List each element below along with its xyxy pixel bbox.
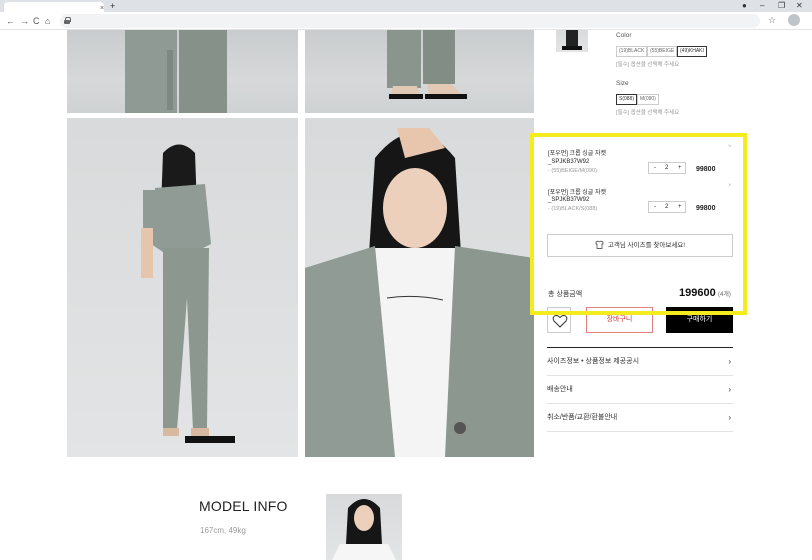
- profile-avatar-icon[interactable]: [788, 14, 800, 26]
- model-info-stats: 167cm, 49kg: [200, 526, 246, 535]
- new-tab-icon[interactable]: +: [110, 1, 115, 11]
- size-label: Size: [616, 80, 629, 87]
- extension-icon[interactable]: ●: [742, 1, 747, 11]
- color-option-beige[interactable]: (55)BEIGE: [647, 46, 678, 57]
- model-info-photo: [326, 494, 402, 560]
- model-info-title: MODEL INFO: [199, 498, 288, 514]
- annotation-highlight-box: [530, 133, 747, 315]
- model-closeup-illustration: [305, 128, 534, 457]
- size-required-notice: [필수] 옵션을 선택해 주세요: [616, 110, 680, 116]
- minimize-icon[interactable]: –: [760, 1, 764, 11]
- lock-icon: [64, 17, 71, 24]
- color-option-khaki[interactable]: (49)KHAKI: [677, 46, 707, 57]
- browser-toolbar: ← → C ⌂ ☆: [0, 12, 812, 30]
- address-bar[interactable]: [60, 14, 760, 28]
- accordion-shipping[interactable]: 배송안내 ›: [547, 376, 733, 404]
- thumbnail-illustration: [562, 30, 582, 50]
- trousers-illustration: [125, 30, 227, 113]
- browser-tab[interactable]: ×: [4, 2, 104, 12]
- close-window-icon[interactable]: ✕: [796, 1, 803, 11]
- chevron-right-icon: ›: [728, 385, 731, 394]
- browser-tab-bar: × + ● – ❐ ✕: [0, 0, 812, 12]
- model-portrait-illustration: [332, 499, 396, 560]
- color-required-notice: [필수] 옵션을 선택해 주세요: [616, 62, 680, 68]
- color-option-black[interactable]: (19)BLACK: [616, 46, 648, 57]
- product-thumbnail: [556, 30, 588, 52]
- chevron-right-icon: ›: [728, 413, 731, 422]
- model-full-body-illustration: [141, 144, 235, 443]
- accordion-label: 취소/반품/교환/환불안내: [547, 414, 618, 421]
- accordion-size-info[interactable]: 사이즈정보 • 상품정보 제공공시 ›: [547, 348, 733, 376]
- url-redacted: [74, 18, 174, 24]
- size-option-s[interactable]: S(088): [616, 94, 638, 105]
- accordion-label: 사이즈정보 • 상품정보 제공공시: [547, 358, 640, 365]
- color-label: Color: [616, 32, 632, 39]
- bookmark-star-icon[interactable]: ☆: [768, 15, 776, 26]
- product-photo-model-full: [67, 118, 298, 457]
- product-photo-top-right: [305, 30, 534, 113]
- accordion-label: 배송안내: [547, 386, 573, 393]
- back-icon[interactable]: ←: [6, 15, 15, 27]
- product-photo-top-left: [67, 30, 298, 113]
- forward-icon[interactable]: →: [20, 15, 29, 27]
- product-photo-model-closeup: [305, 118, 534, 457]
- trousers-feet-illustration: [387, 30, 467, 99]
- size-option-m[interactable]: M(090): [637, 94, 659, 105]
- maximize-icon[interactable]: ❐: [778, 1, 785, 11]
- accordion-returns[interactable]: 취소/반품/교환/환불안내 ›: [547, 404, 733, 432]
- reload-icon[interactable]: C: [33, 15, 40, 27]
- home-icon[interactable]: ⌂: [45, 15, 50, 27]
- chevron-right-icon: ›: [728, 357, 731, 366]
